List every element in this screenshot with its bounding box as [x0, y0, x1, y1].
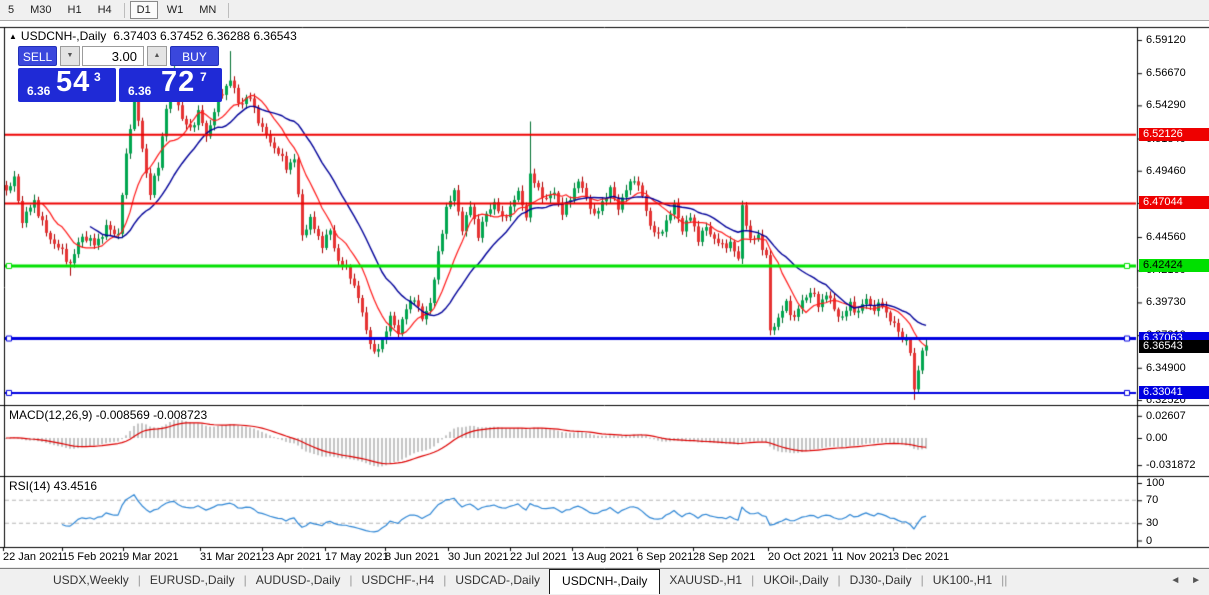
time-axis-label: 20 Oct 2021	[768, 551, 828, 563]
time-axis-label: 22 Jul 2021	[510, 551, 567, 563]
volume-increase-button[interactable]: ▲	[147, 46, 167, 66]
chart-tab-usdcad-daily[interactable]: USDCAD-,Daily	[446, 569, 549, 590]
buy-price-big-digits: 72	[161, 66, 196, 98]
time-axis-label: 8 Jun 2021	[385, 551, 440, 563]
time-axis-label: 30 Jun 2021	[448, 551, 509, 563]
timeframe-button-w1[interactable]: W1	[160, 1, 191, 19]
rsi-axis-tick: 70	[1146, 494, 1159, 507]
time-axis-label: 17 May 2021	[325, 551, 389, 563]
chart-symbol-label: USDCNH-,Daily	[20, 29, 107, 43]
price-axis-tick: 6.59120	[1146, 34, 1186, 46]
time-axis-label: 9 Mar 2021	[123, 551, 179, 563]
arrow-down-icon: ▼	[66, 52, 74, 59]
arrow-up-icon: ▲	[153, 52, 161, 59]
chart-tab-bar: USDX,Weekly | EURUSD-,Daily | AUDUSD-,Daily |…	[0, 569, 1209, 595]
chart-tab-usdx-weekly[interactable]: USDX,Weekly	[44, 569, 138, 590]
volume-input[interactable]	[82, 46, 144, 66]
chart-ohlc-values: 6.37403 6.37452 6.36288 6.36543	[113, 29, 297, 43]
buy-price-prefix: 6.36	[128, 84, 152, 98]
time-axis-label: 23 Apr 2021	[262, 551, 322, 563]
chart-tab-audusd-daily[interactable]: AUDUSD-,Daily	[247, 569, 350, 590]
macd-axis-tick: -0.031872	[1146, 459, 1196, 472]
timeframe-button-h1[interactable]: H1	[61, 1, 89, 19]
time-axis-label: 3 Dec 2021	[893, 551, 950, 563]
time-axis-label: 22 Jan 2021	[3, 551, 64, 563]
macd-axis-tick: 0.02607	[1146, 409, 1186, 422]
price-axis-tick: 6.44560	[1146, 231, 1186, 244]
collapse-triangle-icon[interactable]: ▲	[9, 32, 17, 41]
timeframe-button-5[interactable]: 5	[1, 1, 21, 19]
timeframe-button-h4[interactable]: H4	[91, 1, 119, 19]
price-axis-tick: 6.54290	[1146, 99, 1186, 112]
sell-price-big-digits: 54	[56, 66, 91, 98]
toolbar-separator	[123, 2, 125, 18]
time-axis-label: 6 Sep 2021	[637, 551, 694, 563]
chart-tab-dj30-daily[interactable]: DJ30-,Daily	[841, 569, 921, 590]
price-axis-tick: 6.34900	[1146, 361, 1186, 374]
chart-tab-eurusd-daily[interactable]: EURUSD-,Daily	[141, 569, 244, 590]
chart-title: ▲ USDCNH-,Daily 6.37403 6.37452 6.36288 6.…	[9, 29, 297, 43]
one-click-trading-panel: SELL ▼ ▲ BUY 6.36 54 3 6.36 72 7	[18, 46, 222, 102]
price-axis-tick: 6.56670	[1146, 67, 1186, 80]
time-axis-label: 28 Sep 2021	[693, 551, 756, 563]
hline-price-badge-6.52126[interactable]: 6.52126	[1139, 127, 1209, 141]
sell-price-prefix: 6.36	[27, 84, 51, 98]
timeframe-button-mn[interactable]: MN	[192, 1, 223, 19]
rsi-axis-tick: 30	[1146, 517, 1159, 530]
chart-tab-ukoil-daily[interactable]: UKOil-,Daily	[754, 569, 837, 590]
buy-price-pip-digit: 7	[200, 70, 207, 84]
volume-decrease-button[interactable]: ▼	[60, 46, 80, 66]
tab-scroll-right-icon[interactable]: ►	[1191, 575, 1201, 586]
sell-button[interactable]: SELL	[18, 46, 57, 66]
macd-axis-tick: 0.00	[1146, 432, 1168, 444]
rsi-axis-tick: 0	[1146, 534, 1153, 547]
timeframe-button-d1[interactable]: D1	[129, 1, 158, 19]
hline-price-badge-6.47044[interactable]: 6.47044	[1139, 196, 1209, 210]
chart-tab-usdcnh-daily[interactable]: USDCNH-,Daily	[549, 569, 661, 594]
time-axis-label: 11 Nov 2021	[832, 551, 894, 563]
rsi-axis-tick: 100	[1146, 477, 1165, 489]
terminal-window: 5 M30 H1 H4 D1 W1 MN ▲ USDCNH-,Daily 6.37403 6.3…	[0, 0, 1209, 595]
tab-separator: |	[1004, 573, 1008, 587]
sell-price-pip-digit: 3	[94, 70, 101, 84]
tab-scroll-arrows: ◄ ►	[1162, 575, 1201, 586]
macd-caption: MACD(12,26,9) -0.008569 -0.008723	[9, 408, 208, 422]
time-axis-label: 15 Feb 2021	[62, 551, 124, 563]
price-axis-tick: 6.39730	[1146, 296, 1186, 309]
price-axis-tick: 6.49460	[1146, 164, 1186, 177]
tab-scroll-left-icon[interactable]: ◄	[1170, 575, 1180, 586]
sell-price-panel[interactable]: 6.36 54 3	[18, 66, 116, 102]
rsi-caption: RSI(14) 43.4516	[9, 479, 98, 493]
current-price-badge: 6.36543	[1139, 339, 1209, 353]
chart-tab-usdchf-h4[interactable]: USDCHF-,H4	[353, 569, 444, 590]
time-axis-label: 13 Aug 2021	[572, 551, 634, 563]
time-axis-label: 31 Mar 2021	[200, 551, 262, 563]
chart-tab-xauusd-h1[interactable]: XAUUSD-,H1	[660, 569, 751, 590]
toolbar-separator	[228, 2, 230, 18]
chart-tab-uk100-h1[interactable]: UK100-,H1	[924, 569, 1001, 590]
hline-price-badge-6.33041[interactable]: 6.33041	[1139, 385, 1209, 399]
timeframe-toolbar: 5 M30 H1 H4 D1 W1 MN	[0, 0, 1209, 21]
hline-price-badge-6.42424[interactable]: 6.42424	[1139, 258, 1209, 272]
buy-button[interactable]: BUY	[170, 46, 219, 66]
timeframe-button-m30[interactable]: M30	[23, 1, 58, 19]
buy-price-panel[interactable]: 6.36 72 7	[119, 66, 222, 102]
